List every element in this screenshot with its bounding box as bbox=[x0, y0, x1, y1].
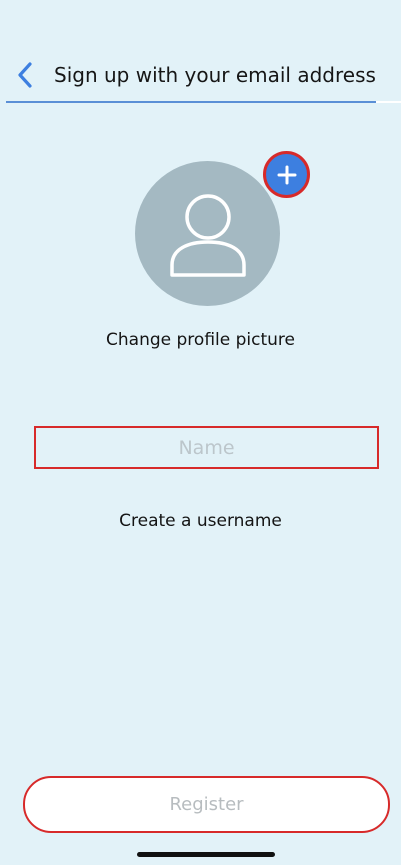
plus-icon bbox=[277, 165, 296, 184]
header-bar: Sign up with your email address bbox=[0, 0, 401, 104]
user-icon bbox=[169, 193, 246, 277]
register-button[interactable]: Register bbox=[23, 776, 390, 833]
name-input[interactable] bbox=[36, 428, 377, 467]
back-button[interactable] bbox=[10, 60, 40, 90]
change-profile-picture-label: Change profile picture bbox=[106, 330, 295, 350]
add-photo-button[interactable] bbox=[263, 151, 310, 198]
page-title: Sign up with your email address bbox=[54, 63, 376, 87]
create-username-label: Create a username bbox=[119, 511, 282, 531]
header-divider-end bbox=[376, 101, 401, 103]
header-divider bbox=[6, 101, 376, 103]
profile-avatar[interactable] bbox=[135, 161, 280, 306]
home-indicator bbox=[137, 852, 275, 857]
name-field[interactable] bbox=[34, 426, 379, 469]
chevron-left-icon bbox=[18, 62, 32, 88]
